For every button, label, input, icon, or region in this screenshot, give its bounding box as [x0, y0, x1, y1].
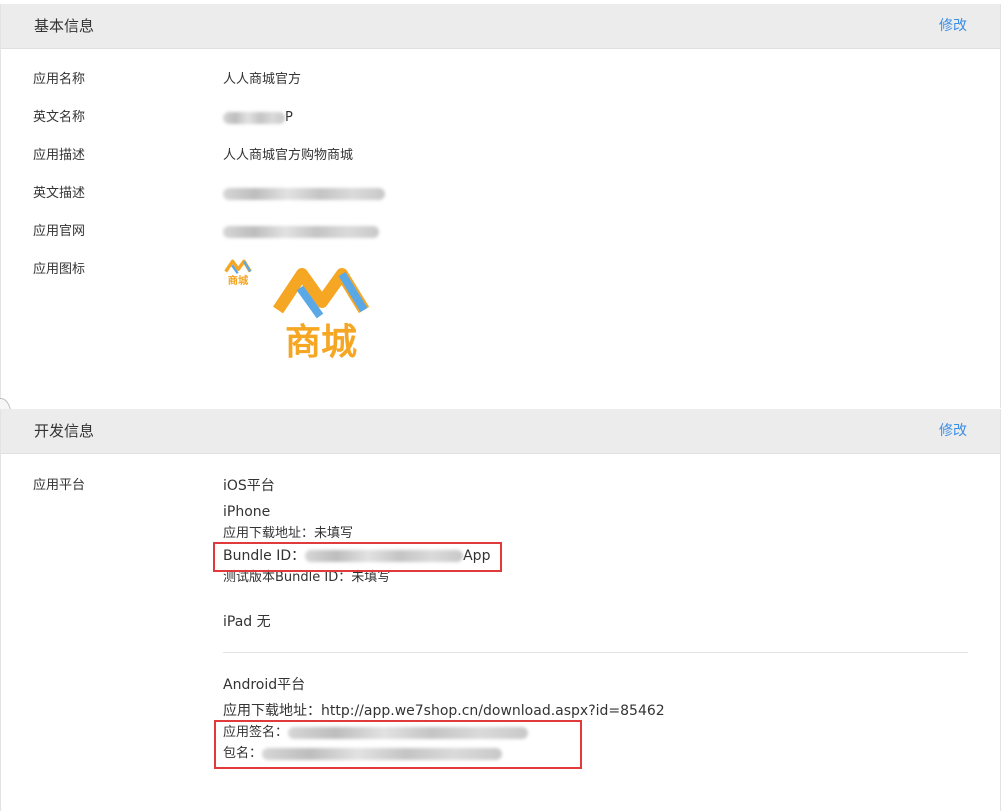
row-app-icon: 应用图标	[0, 258, 1001, 282]
basic-info-header: 基本信息 修改	[1, 4, 1000, 49]
basic-info-title: 基本信息	[34, 17, 95, 35]
platform-label: 应用平台	[33, 478, 86, 493]
android-signature-highlight-box	[214, 720, 582, 769]
dev-info-header: 开发信息 修改	[1, 409, 1000, 454]
android-download-url: 应用下载地址：http://app.we7shop.cn/download.as…	[223, 703, 665, 719]
ios-device: iPhone	[223, 504, 271, 520]
platform-divider	[223, 652, 968, 653]
app-icon-label: 应用图标	[33, 262, 86, 277]
redacted-english-name	[223, 111, 285, 124]
english-desc-label: 英文描述	[33, 186, 86, 201]
row-app-desc: 应用描述 人人商城官方购物商城	[0, 144, 1001, 168]
website-value	[223, 220, 379, 244]
ipad-status: iPad 无	[223, 614, 271, 630]
basic-info-panel: 基本信息 修改	[0, 4, 1001, 408]
basic-info-edit-link[interactable]: 修改	[939, 4, 967, 49]
dev-info-edit-link[interactable]: 修改	[939, 409, 967, 454]
app-icon-small: 商城	[224, 259, 252, 287]
bundle-id-highlight-box	[213, 542, 502, 572]
row-app-name: 应用名称 人人商城官方	[0, 68, 1001, 92]
dev-info-title: 开发信息	[34, 422, 95, 440]
app-desc-label: 应用描述	[33, 148, 86, 163]
app-name-value: 人人商城官方	[223, 72, 302, 87]
redacted-website	[223, 225, 379, 238]
english-name-value: P	[223, 106, 293, 130]
row-website: 应用官网	[0, 220, 1001, 244]
svg-text:商城: 商城	[228, 274, 249, 287]
ios-platform-title: iOS平台	[223, 478, 275, 494]
redacted-english-desc	[223, 187, 385, 200]
row-english-desc: 英文描述	[0, 182, 1001, 206]
app-icon-large: 商城	[273, 268, 370, 362]
english-name-label: 英文名称	[33, 110, 86, 125]
row-english-name: 英文名称 P	[0, 106, 1001, 130]
website-label: 应用官网	[33, 224, 86, 239]
english-desc-value	[223, 182, 385, 206]
svg-text:商城: 商城	[285, 322, 357, 362]
app-desc-value: 人人商城官方购物商城	[223, 148, 354, 163]
android-platform-title: Android平台	[223, 677, 306, 693]
app-name-label: 应用名称	[33, 72, 86, 87]
